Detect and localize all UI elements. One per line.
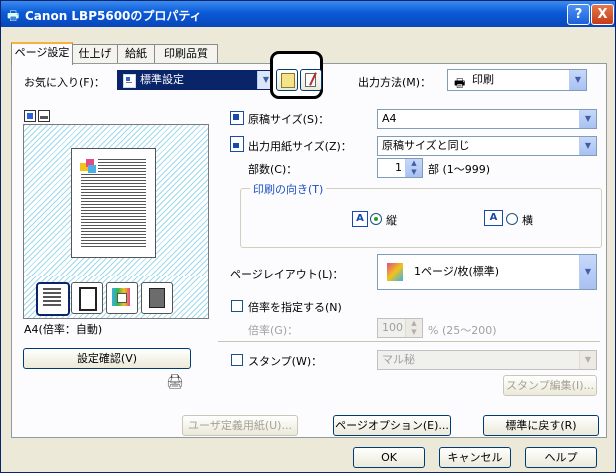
tab-page-setup[interactable]: ページ設定 [11, 42, 73, 65]
user-paper-button[interactable]: ユーザ定義用紙(U)... [182, 415, 298, 436]
add-favorite-button[interactable] [276, 69, 298, 91]
favorites-label: お気に入り(F)： [24, 76, 105, 89]
printer-settings-icon[interactable]: 🖨 [162, 369, 188, 393]
help-dialog-button[interactable]: ヘルプ [525, 447, 597, 468]
title-bar[interactable]: 🖶 Canon LBP5600のプロパティ ? X [1, 1, 615, 27]
output-method-select[interactable]: 🖶 印刷 ▼ [447, 69, 587, 91]
close-button[interactable]: X [591, 4, 614, 25]
tab-finishing[interactable]: 仕上げ [72, 44, 118, 63]
scaling-field-label: 倍率(G)： [248, 324, 299, 337]
page-size-select[interactable]: A4 ▼ [377, 109, 597, 129]
chevron-down-icon: ▼ [579, 351, 596, 369]
spinner-icon[interactable]: ▲ ▼ [405, 159, 422, 177]
stamp-value: マル秘 [382, 353, 415, 366]
landscape-radio[interactable] [506, 213, 518, 225]
chevron-down-icon: ▼ [569, 70, 586, 90]
output-paper-icon [230, 136, 244, 152]
page-layout-icon [387, 263, 403, 281]
chevron-down-icon: ▼ [579, 110, 596, 128]
page-size-value: A4 [382, 112, 397, 125]
help-button[interactable]: ? [567, 4, 590, 25]
chevron-down-icon: ▼ [579, 255, 596, 289]
properties-window: 🖶 Canon LBP5600のプロパティ ? X ページ設定 仕上げ 給紙 印… [0, 0, 616, 473]
landscape-label: 横 [522, 214, 533, 227]
color-mode-icon[interactable] [106, 282, 138, 314]
copies-label: 部数(C)： [248, 163, 298, 176]
favorites-value: 標準設定 [140, 73, 184, 86]
scaling-checkbox[interactable] [231, 300, 243, 312]
preview-icon-row [23, 276, 209, 319]
printer-icon: 🖶 [7, 9, 20, 24]
stamp-checkbox[interactable] [231, 354, 243, 366]
copies-unit: 部 (1～999) [428, 163, 491, 176]
add-favorite-icon [281, 73, 295, 88]
page-options-button[interactable]: ページオプション(E)... [333, 415, 451, 436]
output-method-label: 出力方法(M)： [358, 76, 432, 89]
spinner-icon[interactable]: ▲ ▼ [405, 319, 422, 337]
preview-caption: A4(倍率：自動) [24, 323, 103, 336]
quality-icon[interactable] [141, 282, 173, 314]
portrait-label: 縦 [386, 214, 397, 227]
page-layout-value: 1ページ/枚(標準) [414, 265, 500, 278]
page-size-label: 原稿サイズ(S)： [248, 113, 330, 126]
tab-print-quality[interactable]: 印刷品質 [154, 44, 218, 63]
portrait-radio[interactable] [370, 213, 382, 225]
orientation-legend: 印刷の向き(T) [250, 181, 327, 197]
scaling-stepper[interactable]: 100 ▲ ▼ [377, 318, 423, 338]
scaling-unit: % (25～200) [428, 324, 497, 337]
preview-toggle-icon[interactable] [24, 110, 36, 122]
tab-paper-source[interactable]: 給紙 [117, 44, 155, 63]
stapler-icon[interactable] [36, 282, 70, 316]
duplex-icon[interactable] [71, 282, 103, 314]
page-layout-select[interactable]: 1ページ/枚(標準) ▼ [377, 254, 597, 290]
preview-logo [80, 159, 98, 174]
orientation-group [240, 188, 602, 248]
page-preview [71, 148, 156, 258]
scaling-checkbox-label: 倍率を指定する(N) [248, 301, 342, 314]
printer-icon: 🖶 [454, 76, 466, 90]
window-title: Canon LBP5600のプロパティ [25, 9, 202, 23]
output-paper-size-value: 原稿サイズと同じ [382, 139, 470, 152]
ok-button[interactable]: OK [353, 447, 425, 468]
stamp-checkbox-label: スタンプ(W)： [248, 355, 323, 368]
stamp-select[interactable]: マル秘 ▼ [377, 350, 597, 370]
output-paper-size-select[interactable]: 原稿サイズと同じ ▼ [377, 136, 597, 156]
stamp-edit-button[interactable]: スタンプ編集(I)... [503, 375, 597, 396]
output-method-value: 印刷 [472, 73, 494, 86]
confirm-settings-button[interactable]: 設定確認(V) [23, 348, 191, 369]
output-paper-size-label: 出力用紙サイズ(Z)： [248, 140, 352, 153]
page-size-icon [230, 111, 244, 125]
landscape-icon: A [484, 210, 503, 226]
favorites-item-icon [123, 74, 136, 88]
cancel-button[interactable]: キャンセル [439, 447, 511, 468]
printer-view-icon[interactable] [38, 110, 50, 122]
scaling-value: 100 [382, 321, 403, 334]
copies-stepper[interactable]: 1 ▲ ▼ [377, 158, 423, 178]
favorites-select[interactable]: 標準設定 ▼ [117, 70, 275, 90]
portrait-icon: A [352, 211, 368, 227]
divider [218, 341, 600, 342]
chevron-down-icon: ▼ [579, 137, 596, 155]
copies-value: 1 [395, 161, 402, 174]
tab-panel: お気に入り(F)： 標準設定 ▼ 出力方法(M)： 🖶 印刷 ▼ A4(倍率：自… [11, 51, 607, 438]
restore-defaults-button[interactable]: 標準に戻す(R) [483, 415, 599, 436]
preview-area [23, 124, 209, 278]
page-layout-label: ページレイアウト(L)： [230, 268, 344, 281]
edit-favorite-button[interactable] [300, 69, 322, 91]
